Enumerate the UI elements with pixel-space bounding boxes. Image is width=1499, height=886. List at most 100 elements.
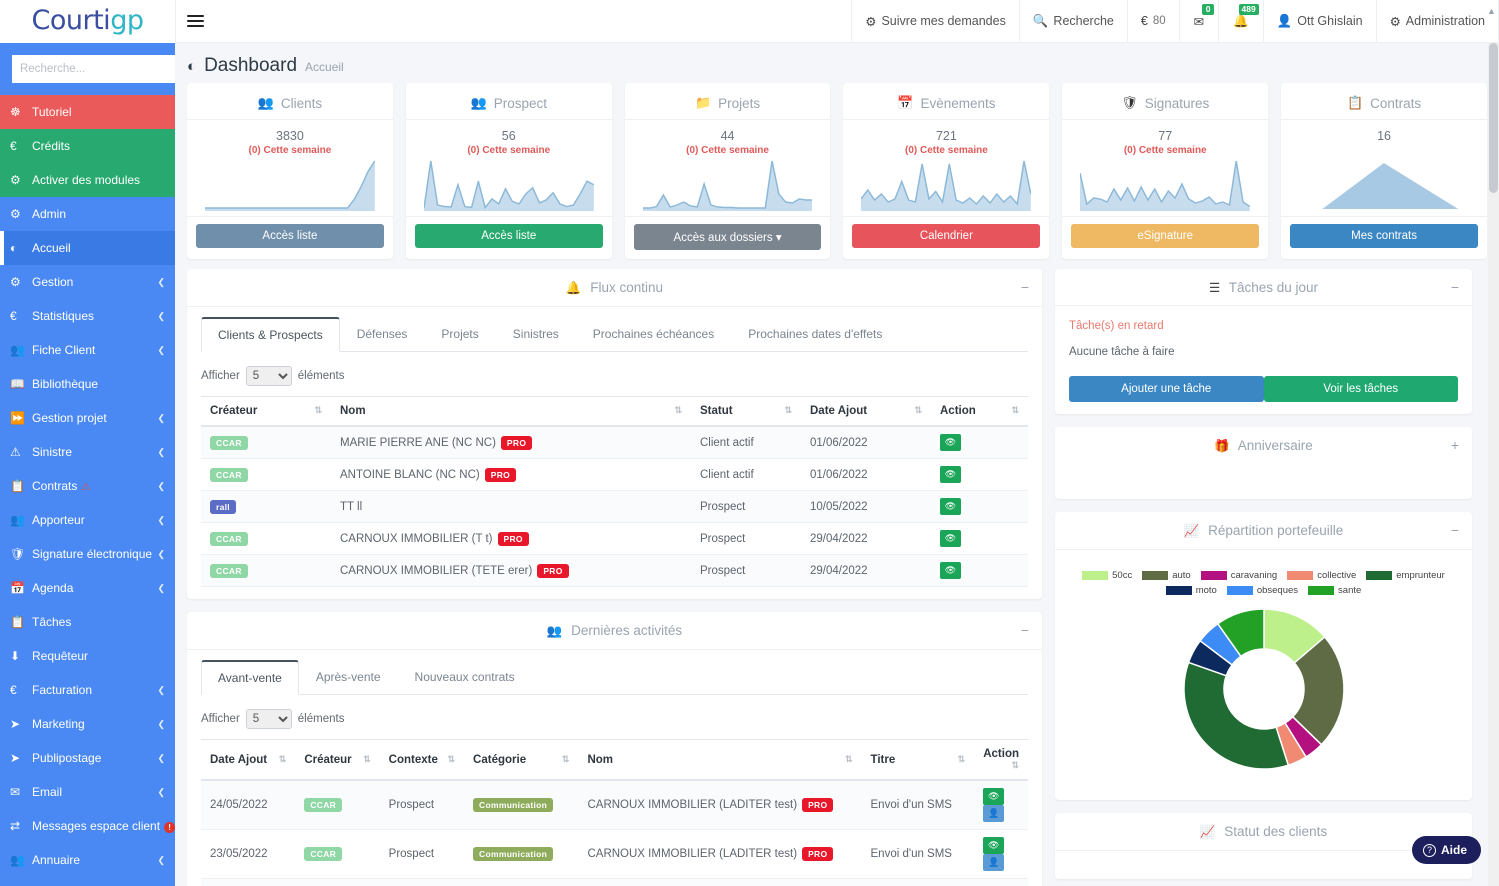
- view-icon[interactable]: 👁: [940, 434, 961, 451]
- sidebar-item-cr-dits[interactable]: € Crédits: [0, 129, 175, 163]
- nav-user-account[interactable]: 👤 Ott Ghislain: [1262, 0, 1376, 43]
- sidebar-item-requ-teur[interactable]: ⬇ Requêteur: [0, 639, 175, 673]
- flux-tab-prochaines-ch-ances[interactable]: Prochaines échéances: [576, 317, 731, 352]
- user-icon[interactable]: 👤: [983, 854, 1005, 871]
- user-icon[interactable]: 👤: [983, 805, 1005, 822]
- stat-action-button[interactable]: Calendrier: [852, 224, 1041, 248]
- sidebar-item-contrats[interactable]: 📋 Contrats ⚠ ❮: [0, 469, 175, 503]
- column-header-date-ajout[interactable]: Date Ajout ⇅: [801, 396, 931, 427]
- table-row[interactable]: CCAR CARNOUX IMMOBILIER (T t) PRO Prospect 2…: [201, 522, 1028, 555]
- flux-tab-d-fenses[interactable]: Défenses: [340, 317, 425, 352]
- sidebar-item-marketing[interactable]: ➤ Marketing ❮: [0, 707, 175, 741]
- legend-item-obseques[interactable]: obseques: [1226, 585, 1298, 596]
- hamburger-icon[interactable]: [175, 0, 215, 43]
- column-header-contexte[interactable]: Contexte ⇅: [379, 739, 465, 781]
- table-row[interactable]: CCAR MARIE PIERRE ANE (NC NC) PRO Client ac…: [201, 426, 1028, 459]
- sidebar-item-accueil[interactable]: ◐ Accueil: [0, 231, 175, 265]
- nav-messages[interactable]: ✉ 0: [1178, 0, 1218, 43]
- column-header-action[interactable]: Action ⇅: [974, 739, 1028, 781]
- legend-item-moto[interactable]: moto: [1165, 585, 1217, 596]
- sidebar-item-agenda[interactable]: 📅 Agenda ❮: [0, 571, 175, 605]
- table-row[interactable]: rall TT ll Prospect 10/05/2022 👁: [201, 490, 1028, 523]
- sidebar-item-messages-espace-client[interactable]: ⇄Messages espace client!❮: [0, 809, 175, 843]
- legend-item-auto[interactable]: auto: [1142, 570, 1191, 581]
- flux-tab-projets[interactable]: Projets: [424, 317, 495, 352]
- nav-credits[interactable]: € 80: [1126, 0, 1179, 43]
- view-icon[interactable]: 👁: [940, 498, 961, 515]
- view-icon[interactable]: 👁: [983, 788, 1005, 805]
- nav-suivre-mes-demandes[interactable]: ⚙ Suivre mes demandes: [851, 0, 1019, 43]
- column-header-cr-ateur[interactable]: Créateur ⇅: [295, 739, 380, 781]
- view-icon[interactable]: 👁: [940, 562, 961, 579]
- collapse-toggle[interactable]: −: [1021, 279, 1029, 295]
- activites-tab-nouveaux-contrats[interactable]: Nouveaux contrats: [398, 660, 532, 695]
- view-icon[interactable]: 👁: [940, 466, 961, 483]
- legend-item-caravaning[interactable]: caravaning: [1200, 570, 1277, 581]
- legend-item-collective[interactable]: collective: [1287, 570, 1356, 581]
- stat-action-button[interactable]: Accès aux dossiers ▾: [633, 224, 822, 250]
- view-tasks-button[interactable]: Voir les tâches: [1263, 376, 1458, 402]
- column-header-nom[interactable]: Nom ⇅: [578, 739, 862, 781]
- expand-toggle[interactable]: +: [1451, 437, 1459, 453]
- sidebar-item-biblioth-que[interactable]: 📖 Bibliothèque: [0, 367, 175, 401]
- sidebar-item-tutoriel[interactable]: ☸ Tutoriel: [0, 95, 175, 129]
- sidebar-item-gestion-projet[interactable]: ⏩ Gestion projet ❮: [0, 401, 175, 435]
- legend-item-50cc[interactable]: 50cc: [1082, 570, 1132, 581]
- donut-chart[interactable]: [1069, 598, 1458, 788]
- sidebar-item-apporteur[interactable]: 👥 Apporteur ❮: [0, 503, 175, 537]
- column-header-nom[interactable]: Nom ⇅: [331, 396, 691, 427]
- nav-notifications[interactable]: 🔔 489: [1218, 0, 1263, 43]
- sidebar-item-annuaire[interactable]: 👥 Annuaire ❮: [0, 843, 175, 877]
- search-input[interactable]: [12, 55, 175, 83]
- activites-tab-apr-s-vente[interactable]: Après-vente: [299, 660, 398, 695]
- flux-tab-prochaines-dates-d-effets[interactable]: Prochaines dates d'effets: [731, 317, 899, 352]
- column-header-date-ajout[interactable]: Date Ajout ⇅: [201, 739, 296, 781]
- collapse-toggle[interactable]: −: [1451, 522, 1459, 538]
- stat-action-button[interactable]: Accès liste: [196, 224, 384, 248]
- stat-action-button[interactable]: Accès liste: [414, 224, 603, 248]
- app-logo[interactable]: Courtigp: [0, 0, 175, 43]
- stat-action-button[interactable]: eSignature: [1071, 224, 1260, 248]
- sidebar-item-admin[interactable]: ⚙ Admin: [0, 197, 175, 231]
- collapse-toggle[interactable]: −: [1021, 622, 1029, 638]
- column-header-titre[interactable]: Titre ⇅: [861, 739, 975, 781]
- flux-tab-clients-prospects[interactable]: Clients & Prospects: [201, 317, 340, 352]
- donut-slice-emprunteur[interactable]: [1182, 661, 1289, 770]
- sidebar-item-facturation[interactable]: € Facturation ❮: [0, 673, 175, 707]
- column-header-cr-ateur[interactable]: Créateur ⇅: [201, 396, 331, 427]
- sidebar-item-email[interactable]: ✉ Email ❮: [0, 775, 175, 809]
- add-task-button[interactable]: Ajouter une tâche: [1069, 376, 1264, 402]
- table-row[interactable]: CCAR CARNOUX IMMOBILIER (TETE erer) PRO Pro…: [201, 554, 1028, 587]
- column-header-statut[interactable]: Statut ⇅: [691, 396, 801, 427]
- help-button[interactable]: ? Aide: [1411, 836, 1481, 864]
- table-row[interactable]: CCAR ANTOINE BLANC (NC NC) PRO Client actif…: [201, 458, 1028, 491]
- page-length-select[interactable]: 5102550100: [245, 366, 292, 386]
- legend-item-emprunteur[interactable]: emprunteur: [1366, 570, 1445, 581]
- sidebar-item-fiche-client[interactable]: 👥 Fiche Client ❮: [0, 333, 175, 367]
- stat-action-button[interactable]: Mes contrats: [1290, 224, 1478, 248]
- activites-tab-avant-vente[interactable]: Avant-vente: [201, 660, 299, 695]
- collapse-toggle[interactable]: −: [1451, 279, 1459, 295]
- sidebar-item-statistiques[interactable]: € Statistiques ❮: [0, 299, 175, 333]
- column-header-action[interactable]: Action ⇅: [931, 396, 1028, 427]
- sidebar-item-t-ches[interactable]: 📋 Tâches: [0, 605, 175, 639]
- page-scrollbar[interactable]: [1488, 43, 1499, 886]
- legend-item-sante[interactable]: sante: [1308, 585, 1361, 596]
- nav-administration[interactable]: ⚙ Administration: [1375, 0, 1499, 43]
- page-length-select[interactable]: 5102550100: [245, 709, 292, 729]
- flux-tab-sinistres[interactable]: Sinistres: [496, 317, 576, 352]
- view-icon[interactable]: 👁: [940, 530, 961, 547]
- sidebar-item-signature-lectronique[interactable]: 🛡 Signature électronique ❮: [0, 537, 175, 571]
- table-row[interactable]: 23/05/2022 CCAR Prospect Communication CARNO…: [201, 829, 1028, 879]
- sidebar-item-publipostage[interactable]: ➤ Publipostage ❮: [0, 741, 175, 775]
- scrollbar-thumb[interactable]: [1489, 43, 1498, 193]
- table-row[interactable]: 24/05/2022 CCAR Prospect Communication CARNO…: [201, 780, 1028, 830]
- view-icon[interactable]: 👁: [983, 837, 1005, 854]
- sidebar-item-activer-des-modules[interactable]: ⚙ Activer des modules: [0, 163, 175, 197]
- table-row[interactable]: 20/05/2022CCARProspectCommunicationCARNO…: [201, 878, 1028, 886]
- column-header-cat-gorie[interactable]: Catégorie ⇅: [464, 739, 579, 781]
- nav-recherche[interactable]: 🔍 Recherche: [1018, 0, 1127, 43]
- sidebar-item-sinistre[interactable]: ⚠ Sinistre ❮: [0, 435, 175, 469]
- sidebar-item-gestion[interactable]: ⚙ Gestion ❮: [0, 265, 175, 299]
- scroll-up-arrow[interactable]: ▲: [1487, 6, 1497, 16]
